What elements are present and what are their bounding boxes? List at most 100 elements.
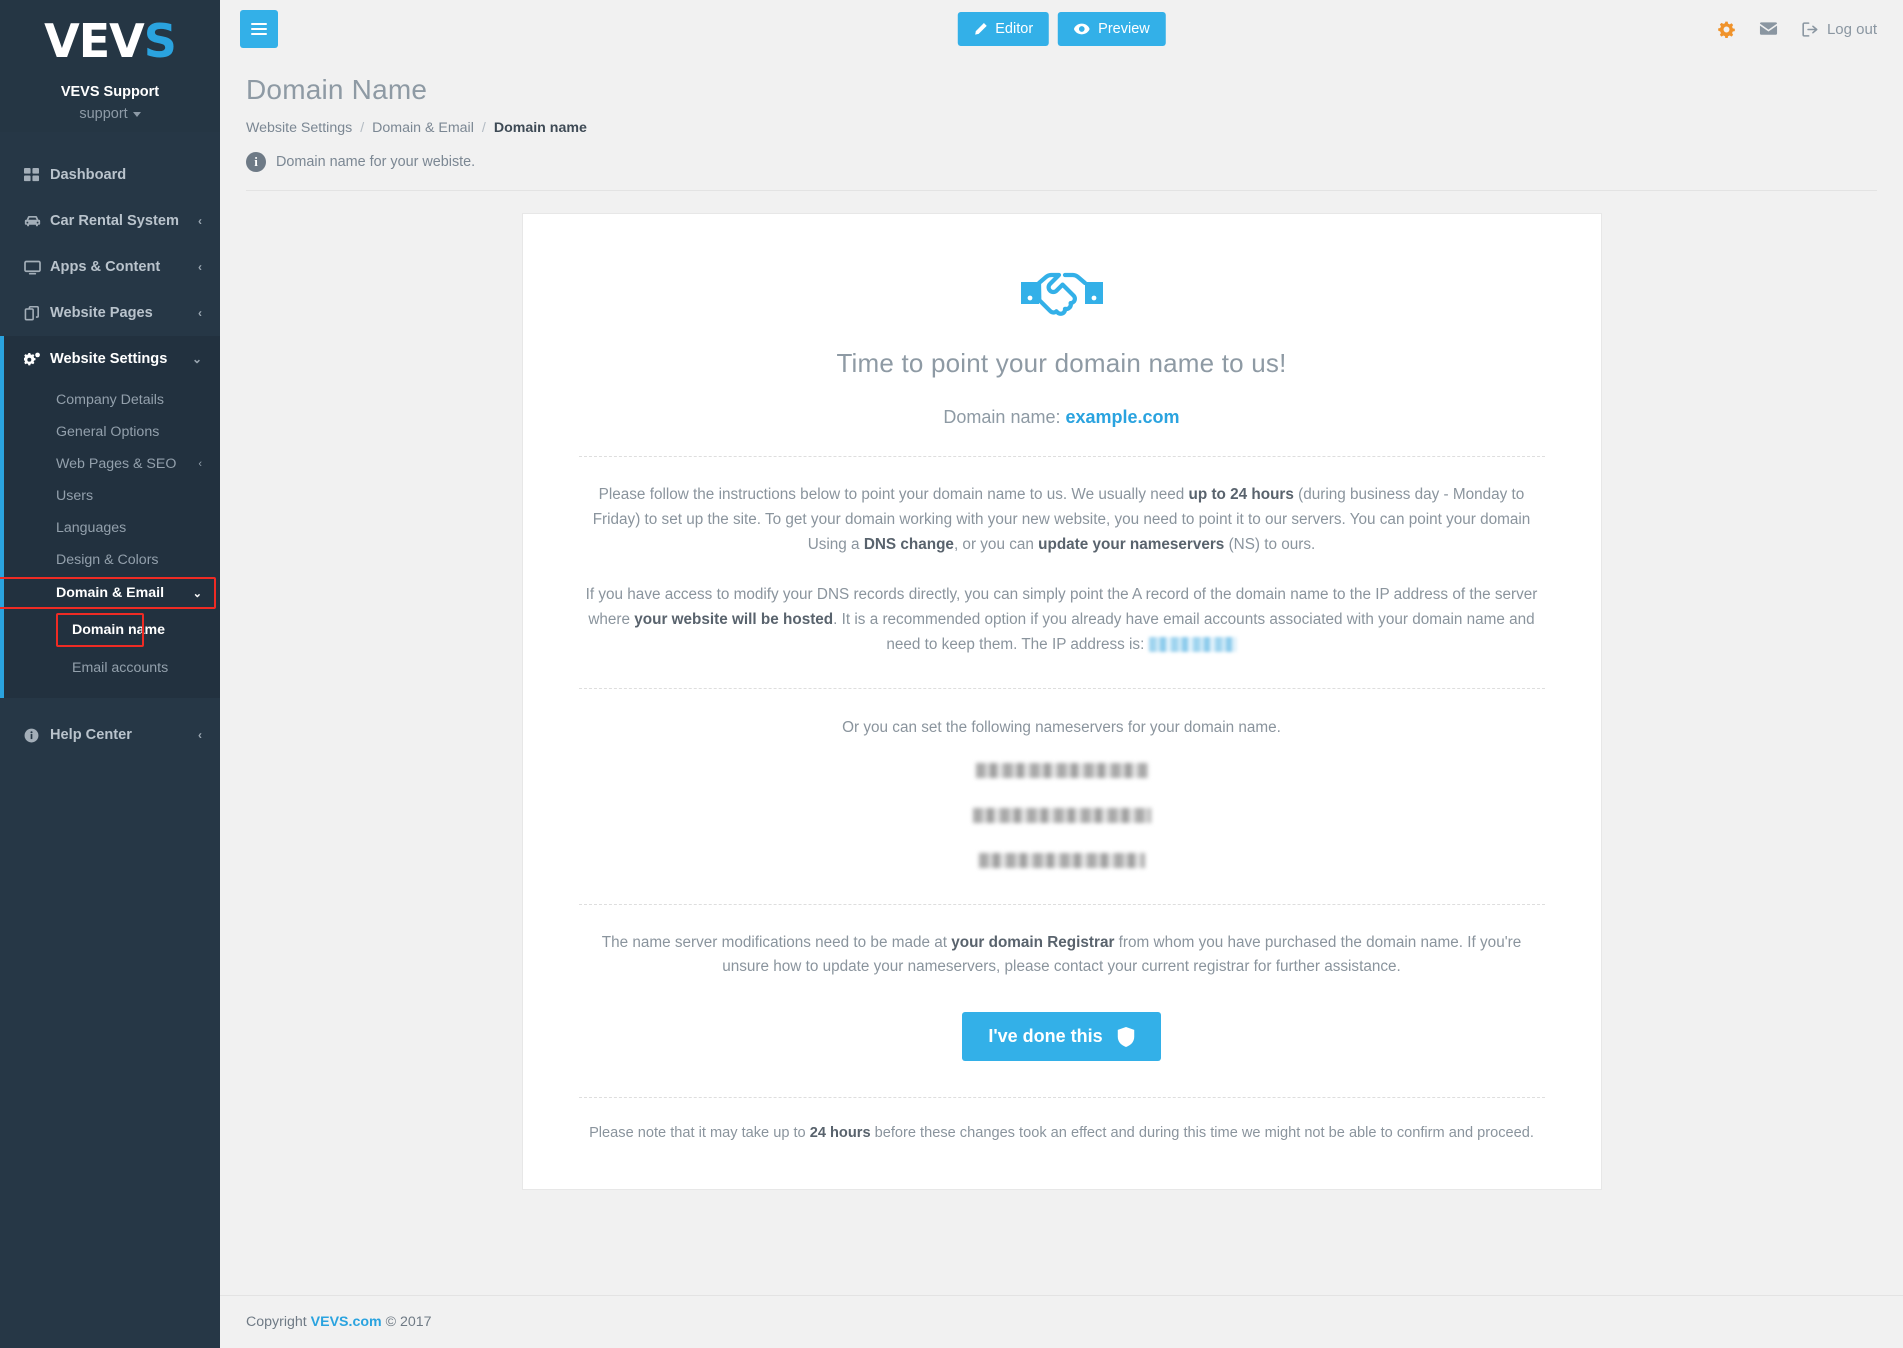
envelope-icon[interactable] xyxy=(1759,22,1778,36)
logout-button[interactable]: Log out xyxy=(1802,21,1877,38)
sidebar-item-dashboard[interactable]: Dashboard xyxy=(0,152,220,198)
page-description-text: Domain name for your webiste. xyxy=(276,154,476,170)
logo-text-main: VEV xyxy=(44,14,145,68)
brand-block: VEVS VEVS Support support xyxy=(0,0,220,132)
sidebar-subitem-label: General Options xyxy=(56,424,160,440)
vevs-link[interactable]: VEVS.com xyxy=(311,1314,382,1330)
editor-button[interactable]: Editor xyxy=(957,12,1050,46)
footnote: Please note that it may take up to 24 ho… xyxy=(589,1125,1534,1142)
sidebar-item-general-options[interactable]: General Options xyxy=(0,416,220,448)
topbar: Editor Preview Log out xyxy=(220,0,1903,58)
chevron-down-icon: ⌄ xyxy=(191,352,202,366)
page-header: Domain Name Website Settings / Domain & … xyxy=(220,58,1903,191)
sidebar-subitem-label: Languages xyxy=(56,520,127,536)
done-button-wrap: I've done this xyxy=(579,1012,1545,1062)
gear-icon[interactable] xyxy=(1718,21,1735,38)
sidebar-subitem-label: Design & Colors xyxy=(56,552,159,568)
sidebar-item-label: Website Pages xyxy=(50,305,153,321)
website-settings-submenu: Company Details General Options Web Page… xyxy=(0,336,220,698)
divider xyxy=(578,687,1545,689)
domain-name-line: Domain name: example.com xyxy=(579,407,1545,428)
editor-button-label: Editor xyxy=(995,21,1034,37)
sidebar-item-domain-email[interactable]: Domain & Email ⌄ xyxy=(0,576,220,610)
sidebar-item-web-pages-seo[interactable]: Web Pages & SEO ‹ xyxy=(0,448,220,480)
sidebar-item-label: Help Center xyxy=(50,727,132,743)
sidebar-item-languages[interactable]: Languages xyxy=(0,512,220,544)
account-name: VEVS Support xyxy=(60,84,160,100)
sidebar-item-help-center[interactable]: Help Center ‹ xyxy=(0,712,220,758)
vevs-logo[interactable]: VEVS xyxy=(0,14,220,68)
chevron-left-icon: ‹ xyxy=(198,458,202,470)
content-area: Time to point your domain name to us! Do… xyxy=(220,191,1903,1295)
preview-button[interactable]: Preview xyxy=(1058,12,1166,46)
logo-text-accent: S xyxy=(143,14,177,68)
page-title: Domain Name xyxy=(246,74,428,105)
pencil-icon xyxy=(973,22,987,36)
sidebar-item-label: Car Rental System xyxy=(50,213,179,229)
copyright-suffix: © 2017 xyxy=(381,1314,432,1330)
sidebar: VEVS VEVS Support support Dashboard Car … xyxy=(0,0,220,1348)
handshake-icon xyxy=(579,264,1545,322)
sidebar-item-label: Apps & Content xyxy=(50,259,161,275)
menu-icon xyxy=(251,20,267,38)
sidebar-subitem-label: Domain name xyxy=(72,622,166,638)
topbar-center-buttons: Editor Preview xyxy=(957,12,1166,46)
nameserver-value-redacted xyxy=(975,762,1148,778)
ive-done-this-button[interactable]: I've done this xyxy=(962,1012,1161,1062)
main-area: Editor Preview Log out Domain Name Websi… xyxy=(220,0,1903,1348)
nameservers-title: Or you can set the following nameservers… xyxy=(842,718,1281,736)
breadcrumb-item-domain-email[interactable]: Domain & Email xyxy=(372,120,474,136)
chevron-left-icon: ‹ xyxy=(198,306,202,320)
copyright-prefix: Copyright xyxy=(246,1314,311,1330)
logout-icon xyxy=(1802,21,1819,37)
domain-instructions-card: Time to point your domain name to us! Do… xyxy=(521,213,1602,1191)
pages-icon xyxy=(24,305,50,321)
sidebar-subitem-label: Web Pages & SEO xyxy=(56,456,177,472)
page-description: i Domain name for your webiste. xyxy=(246,152,1877,172)
sidebar-item-company-details[interactable]: Company Details xyxy=(0,384,220,416)
account-menu[interactable]: support xyxy=(0,106,220,122)
chevron-down-icon xyxy=(132,111,141,117)
domain-name-label: Domain name: xyxy=(943,407,1061,427)
sidebar-item-website-settings[interactable]: Website Settings ⌄ xyxy=(0,336,220,382)
preview-button-label: Preview xyxy=(1098,21,1150,37)
account-menu-label: support xyxy=(79,106,128,122)
info-icon: i xyxy=(246,152,266,172)
divider xyxy=(578,903,1545,905)
divider xyxy=(578,456,1545,457)
nameservers-list xyxy=(579,762,1545,868)
app-root: VEVS VEVS Support support Dashboard Car … xyxy=(0,0,1903,1348)
sidebar-item-label: Dashboard xyxy=(50,167,127,183)
gears-icon xyxy=(24,352,50,367)
sidebar-item-apps-content[interactable]: Apps & Content ‹ xyxy=(0,244,220,290)
breadcrumb-item-current: Domain name xyxy=(493,120,587,136)
breadcrumb-separator: / xyxy=(360,120,365,136)
logout-label: Log out xyxy=(1826,20,1877,38)
chevron-left-icon: ‹ xyxy=(198,728,202,742)
chevron-left-icon: ‹ xyxy=(198,260,202,274)
breadcrumb: Website Settings / Domain & Email / Doma… xyxy=(246,120,1877,136)
breadcrumb-item-website-settings[interactable]: Website Settings xyxy=(246,120,352,136)
paragraph-a-record: If you have access to modify your DNS re… xyxy=(585,586,1538,653)
sidebar-subitem-label: Domain & Email xyxy=(56,585,165,601)
sidebar-item-website-pages[interactable]: Website Pages ‹ xyxy=(0,290,220,336)
sidebar-subitem-label: Company Details xyxy=(56,392,165,408)
sidebar-item-email-accounts[interactable]: Email accounts xyxy=(0,652,220,684)
sidebar-item-design-colors[interactable]: Design & Colors xyxy=(0,544,220,576)
sidebar-item-label: Website Settings xyxy=(50,351,168,367)
sidebar-item-domain-name[interactable]: Domain name xyxy=(0,613,220,647)
eye-icon xyxy=(1074,22,1090,36)
paragraph-registrar: The name server modifications need to be… xyxy=(601,933,1522,976)
sidebar-item-users[interactable]: Users xyxy=(0,480,220,512)
done-button-label: I've done this xyxy=(988,1026,1103,1047)
ip-address-redacted xyxy=(1148,636,1237,652)
nameserver-value-redacted xyxy=(978,852,1145,868)
footer: Copyright VEVS.com © 2017 xyxy=(220,1295,1903,1348)
sidebar-subitem-label: Email accounts xyxy=(72,660,169,676)
domain-name-value[interactable]: example.com xyxy=(1066,407,1180,427)
topbar-right-tools: Log out xyxy=(1718,21,1877,38)
menu-toggle-button[interactable] xyxy=(240,10,278,48)
chevron-left-icon: ‹ xyxy=(198,214,202,228)
sidebar-item-car-rental-system[interactable]: Car Rental System ‹ xyxy=(0,198,220,244)
